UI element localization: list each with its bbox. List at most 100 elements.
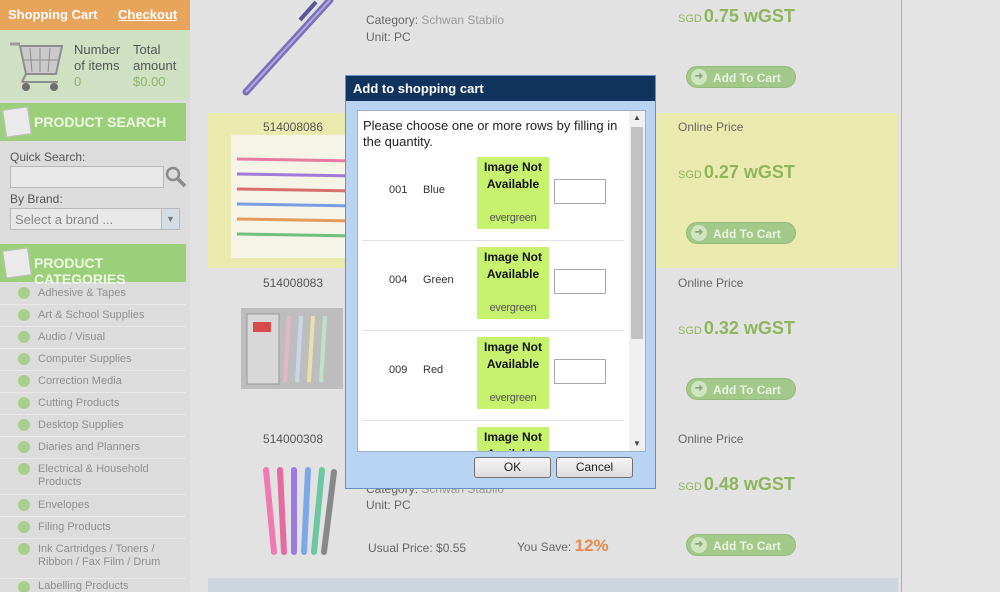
category-item[interactable]: Ink Cartridges / Toners / Ribbon / Fax F… <box>0 539 186 579</box>
category-label: Envelopes <box>38 499 90 511</box>
checkout-link[interactable]: Checkout <box>118 7 177 22</box>
you-save-label: You Save: <box>517 540 572 554</box>
bullet-icon <box>18 375 30 387</box>
add-to-cart-label: Add To Cart <box>713 227 781 241</box>
price-value: 0.48 wGST <box>703 474 795 494</box>
shopping-cart-icon <box>10 42 64 91</box>
price-value: 0.75 wGST <box>703 6 795 26</box>
bullet-icon <box>18 287 30 299</box>
add-to-cart-button[interactable]: ➜ Add To Cart <box>686 222 796 244</box>
add-to-cart-button[interactable]: ➜ Add To Cart <box>686 534 796 556</box>
category-item[interactable]: Diaries and Planners <box>0 437 186 459</box>
online-price-label: Online Price <box>678 276 744 290</box>
bullet-icon <box>18 309 30 321</box>
scroll-up-icon[interactable]: ▲ <box>629 111 645 125</box>
category-item[interactable]: Desktop Supplies <box>0 415 186 437</box>
bullet-icon <box>18 499 30 511</box>
image-not-available-placeholder: Image Not Available evergreen <box>477 337 549 409</box>
items-value: 0 <box>74 74 82 89</box>
bullet-icon <box>18 397 30 409</box>
category-item[interactable]: Correction Media <box>0 371 186 393</box>
product-category: Category: Schwan Stabilo <box>366 13 504 27</box>
product-image[interactable] <box>241 308 343 389</box>
dialog-title: Add to shopping cart <box>346 76 655 101</box>
image-not-available-placeholder: Image Not Available evergreen <box>477 427 549 451</box>
quantity-input[interactable] <box>554 179 606 204</box>
bullet-icon <box>18 331 30 343</box>
product-search-heading: PRODUCT SEARCH <box>34 114 167 130</box>
product-image[interactable] <box>231 135 363 258</box>
currency-label: SGD <box>678 13 702 25</box>
arrow-right-icon: ➜ <box>691 537 707 553</box>
category-item[interactable]: Envelopes <box>0 495 186 517</box>
product-image[interactable] <box>252 462 340 558</box>
category-label: Correction Media <box>38 375 122 387</box>
category-label: Labelling Products <box>38 580 129 592</box>
option-code: 004 <box>389 274 408 286</box>
shopping-cart-title: Shopping Cart <box>8 7 98 22</box>
dialog-instruction: Please choose one or more rows by fillin… <box>363 118 618 149</box>
ok-button[interactable]: OK <box>474 457 551 478</box>
bullet-icon <box>18 353 30 365</box>
bullet-icon <box>18 543 30 555</box>
category-item[interactable]: Electrical & Household Products <box>0 459 186 495</box>
bullet-icon <box>18 581 30 592</box>
option-row: 009 Red Image Not Available evergreen <box>362 331 624 421</box>
currency-label: SGD <box>678 325 702 337</box>
category-label: Art & School Supplies <box>38 309 145 321</box>
option-row: Image Not Available evergreen <box>362 421 624 451</box>
items-label: Number <box>74 42 121 57</box>
notepad-icon <box>2 247 32 279</box>
quantity-input[interactable] <box>554 359 606 384</box>
bullet-icon <box>18 463 30 475</box>
search-icon[interactable] <box>164 165 188 189</box>
category-item[interactable]: Filing Products <box>0 517 186 539</box>
product-unit: Unit: PC <box>366 498 411 512</box>
quick-search-input[interactable] <box>10 166 164 188</box>
price-value: 0.32 wGST <box>703 318 795 338</box>
product-sku: 514000308 <box>262 432 324 446</box>
category-label: Diaries and Planners <box>38 441 141 453</box>
amount-value: $0.00 <box>133 74 166 89</box>
bullet-icon <box>18 521 30 533</box>
add-to-cart-button[interactable]: ➜ Add To Cart <box>686 66 796 88</box>
product-price: SGD 0.27 wGST <box>678 162 795 183</box>
category-label: Desktop Supplies <box>38 419 124 431</box>
category-label: Filing Products <box>38 521 111 533</box>
you-save-value: 12% <box>574 536 609 555</box>
add-to-cart-label: Add To Cart <box>713 383 781 397</box>
add-to-cart-label: Add To Cart <box>713 71 781 85</box>
product-image[interactable] <box>238 0 338 98</box>
online-price-label: Online Price <box>678 120 744 134</box>
quantity-input[interactable] <box>554 269 606 294</box>
dialog-scrollbar[interactable]: ▲ ▼ <box>629 111 645 451</box>
option-row: 001 Blue Image Not Available evergreen <box>362 151 624 241</box>
brand-select[interactable]: Select a brand ... ▼ <box>10 208 180 230</box>
category-label: Adhesive & Tapes <box>38 287 126 299</box>
category-label: Computer Supplies <box>38 353 132 365</box>
bullet-icon <box>18 441 30 453</box>
category-item[interactable]: Labelling Products <box>0 579 186 592</box>
notepad-icon <box>2 106 32 138</box>
placeholder-brand: evergreen <box>489 302 537 314</box>
arrow-right-icon: ➜ <box>691 225 707 241</box>
category-item[interactable]: Art & School Supplies <box>0 305 186 327</box>
dialog-body: Please choose one or more rows by fillin… <box>357 110 646 452</box>
amount-label-2: amount <box>133 58 177 73</box>
product-sku: 514008083 <box>262 276 324 290</box>
scrollbar-thumb[interactable] <box>631 127 643 339</box>
chevron-down-icon[interactable]: ▼ <box>161 209 179 229</box>
category-item[interactable]: Adhesive & Tapes <box>0 283 186 305</box>
category-item[interactable]: Audio / Visual <box>0 327 186 349</box>
scroll-down-icon[interactable]: ▼ <box>629 437 645 451</box>
category-item[interactable]: Computer Supplies <box>0 349 186 371</box>
arrow-right-icon: ➜ <box>691 69 707 85</box>
product-unit: Unit: PC <box>366 30 411 44</box>
category-label: Category: <box>366 13 419 27</box>
category-item[interactable]: Cutting Products <box>0 393 186 415</box>
placeholder-text: Image Not Available <box>483 160 542 191</box>
cancel-button[interactable]: Cancel <box>556 457 633 478</box>
add-to-cart-button[interactable]: ➜ Add To Cart <box>686 378 796 400</box>
placeholder-text: Image Not Available <box>483 430 542 451</box>
option-code: 001 <box>389 184 408 196</box>
